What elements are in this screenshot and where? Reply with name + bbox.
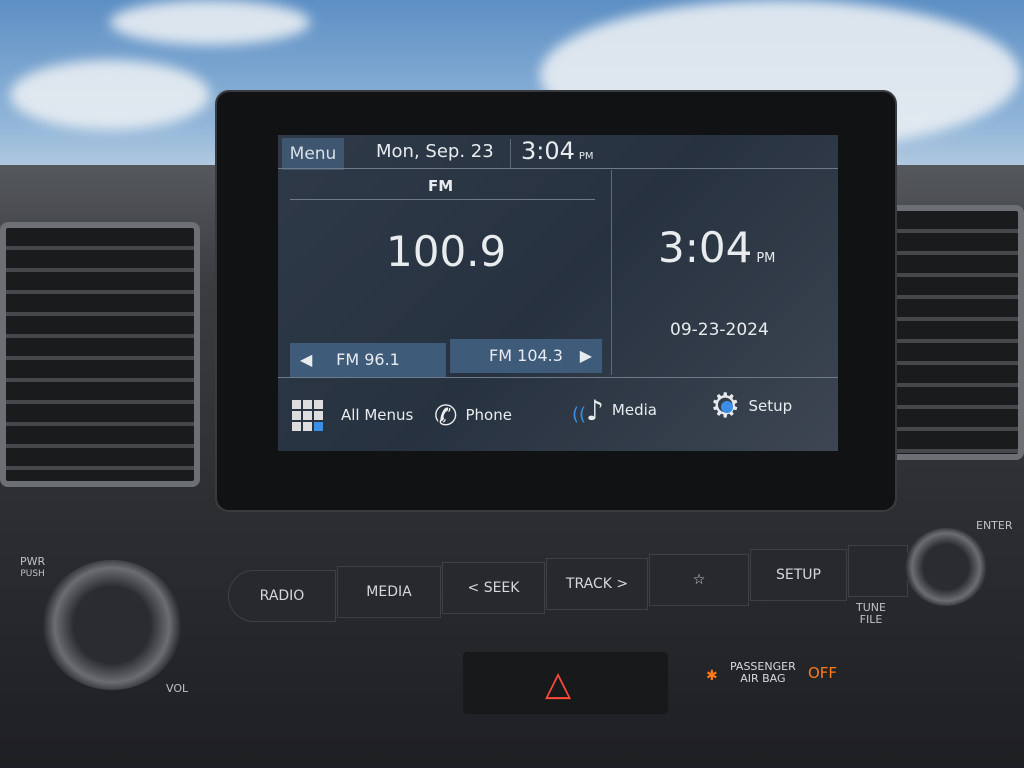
header-time: 3:04 PM bbox=[521, 137, 594, 165]
cloud bbox=[110, 0, 310, 45]
all-menus-label: All Menus bbox=[341, 406, 414, 424]
hazard-button[interactable]: △ bbox=[463, 652, 668, 714]
cloud bbox=[10, 60, 210, 130]
setup-button[interactable]: ⚙ Setup bbox=[710, 381, 792, 431]
music-note-icon: ((♪ bbox=[572, 393, 604, 427]
media-hw-button[interactable]: MEDIA bbox=[337, 566, 441, 618]
tune-knob[interactable] bbox=[905, 528, 987, 606]
volume-knob[interactable] bbox=[42, 560, 182, 690]
left-air-vent bbox=[0, 222, 200, 487]
right-air-vent bbox=[885, 205, 1024, 460]
prev-preset-button[interactable]: ◀ FM 96.1 bbox=[290, 343, 446, 377]
airbag-status: OFF bbox=[808, 664, 838, 682]
left-arrow-icon: ◀ bbox=[300, 350, 313, 369]
enter-label: ENTER bbox=[976, 519, 1013, 532]
header-date: Mon, Sep. 23 bbox=[376, 141, 494, 162]
passenger-airbag-label: PASSENGER AIR BAG bbox=[730, 660, 796, 685]
all-menus-button[interactable]: All Menus bbox=[292, 390, 413, 440]
seek-button[interactable]: < SEEK bbox=[442, 562, 545, 614]
phone-label: Phone bbox=[465, 406, 512, 424]
vol-label: VOL bbox=[166, 682, 189, 695]
setup-label: Setup bbox=[748, 397, 793, 415]
next-preset-button[interactable]: FM 104.3 ▶ bbox=[450, 339, 602, 373]
track-button[interactable]: TRACK > bbox=[546, 558, 648, 610]
setup-hw-button[interactable]: SETUP bbox=[750, 549, 847, 601]
grid-icon bbox=[292, 399, 323, 431]
radio-button[interactable]: RADIO bbox=[228, 570, 336, 622]
current-frequency: 100.9 bbox=[386, 227, 507, 276]
pwr-label: PWR PUSH bbox=[20, 555, 46, 580]
band-label: FM bbox=[428, 177, 454, 195]
favorite-star-button[interactable]: ☆ bbox=[649, 554, 749, 606]
media-label: Media bbox=[611, 401, 657, 419]
right-arrow-icon: ▶ bbox=[579, 346, 592, 365]
phone-button[interactable]: ✆ Phone bbox=[434, 390, 512, 440]
gear-icon: ⚙ bbox=[710, 386, 740, 426]
menu-button[interactable]: Menu bbox=[282, 138, 344, 170]
blank-button bbox=[848, 545, 908, 597]
media-button[interactable]: ((♪ Media bbox=[572, 385, 657, 435]
infotainment-screen: Menu Mon, Sep. 23 3:04 PM FM 100.9 ◀ FM 96… bbox=[278, 135, 838, 451]
tune-file-label: TUNE FILE bbox=[856, 601, 886, 626]
airbag-icon: ✱ bbox=[706, 668, 718, 684]
clock-time: 3:04 PM bbox=[658, 223, 776, 272]
clock-date: 09-23-2024 bbox=[670, 320, 769, 340]
hazard-triangle-icon: △ bbox=[545, 664, 572, 704]
phone-icon: ✆ bbox=[434, 398, 458, 432]
